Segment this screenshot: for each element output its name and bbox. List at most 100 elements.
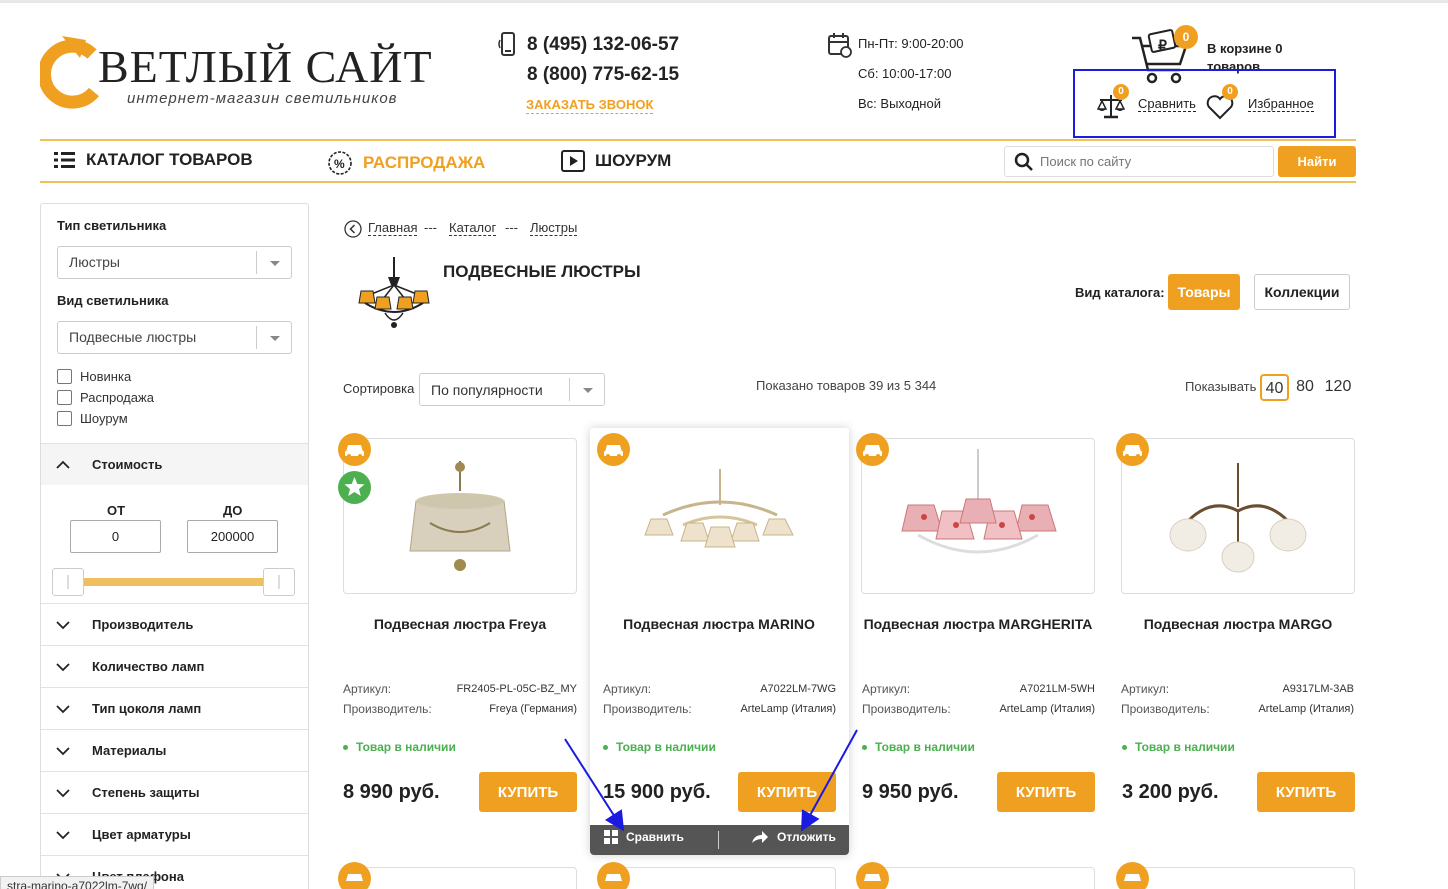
product-image-margherita[interactable] [861,438,1095,594]
article-value: FR2405-PL-05C-BZ_MY [456,683,577,695]
filter-section-protection[interactable]: Степень защиты [41,771,308,813]
nav-catalog[interactable]: КАТАЛОГ ТОВАРОВ [54,150,253,170]
filter-section-frame-color[interactable]: Цвет арматуры [41,813,308,855]
product-price: 3 200 руб. [1122,781,1219,803]
callback-link[interactable]: ЗАКАЗАТЬ ЗВОНОК [526,97,654,114]
price-slider-min-handle[interactable] [52,568,84,596]
checkbox-showroom[interactable]: Шоурум [57,411,128,426]
product-name[interactable]: Подвесная люстра MARGHERITA [861,616,1095,632]
article-label: Артикул: [862,682,911,696]
filter-kind-value: Подвесные люстры [69,329,197,345]
breadcrumb-chandeliers[interactable]: Люстры [530,220,578,236]
search-icon [1014,152,1033,171]
price-to-input[interactable] [187,520,278,553]
chevron-down-icon [56,620,70,629]
sort-select[interactable]: По популярности [419,373,605,406]
product-card-next[interactable] [1121,867,1355,889]
filter-section-price[interactable]: Стоимость [41,443,308,485]
filter-section-socket[interactable]: Тип цоколя ламп [41,687,308,729]
delivery-car-icon [338,433,371,466]
nav-showroom-label: ШОУРУМ [595,151,672,170]
logo-text: ВЕТЛЫЙ САЙТ [98,41,433,92]
price-slider-max-handle[interactable] [263,568,295,596]
stock-text: Товар в наличии [356,740,456,754]
chevron-up-icon [56,460,70,469]
maker-value: ArteLamp (Италия) [740,703,836,715]
nav-showroom[interactable]: ШОУРУМ [561,150,671,172]
maker-value: ArteLamp (Италия) [999,703,1095,715]
checkbox-label: Шоурум [80,411,128,426]
product-card-next[interactable] [861,867,1095,889]
price-slider-track[interactable] [60,578,290,586]
stock-text: Товар в наличии [1135,740,1235,754]
filter-kind-label: Вид светильника [57,293,169,308]
chandelier-photo [901,449,1057,554]
nav-sale[interactable]: % РАСПРОДАЖА [327,150,485,176]
filter-section-lamp-count[interactable]: Количество ламп [41,645,308,687]
star-icon [338,471,371,504]
back-circle-icon[interactable] [344,220,362,238]
filter-section-maker[interactable]: Производитель [41,603,308,645]
product-image-margo[interactable] [1121,438,1355,594]
breadcrumb-catalog[interactable]: Каталог [449,220,497,236]
breadcrumb-home[interactable]: Главная [368,220,418,236]
filter-section-materials[interactable]: Материалы [41,729,308,771]
buy-button[interactable]: КУПИТЬ [738,772,836,812]
buy-button[interactable]: КУПИТЬ [479,772,577,812]
stock-text: Товар в наличии [616,740,716,754]
share-arrow-icon [752,831,768,843]
per-page-120[interactable]: 120 [1322,374,1354,401]
view-products-button[interactable]: Товары [1168,274,1240,310]
phone-free[interactable]: 8 (800) 775-62-15 [527,64,679,86]
shown-count: Показано товаров 39 из 5 344 [756,378,937,393]
checkbox-box[interactable] [57,369,72,384]
search-button[interactable]: Найти [1278,146,1356,177]
sort-value: По популярности [431,382,543,398]
price-from-input[interactable] [70,520,161,553]
buy-button[interactable]: КУПИТЬ [997,772,1095,812]
per-page-80[interactable]: 80 [1293,374,1317,401]
product-name[interactable]: Подвесная люстра MARGO [1121,616,1355,632]
maker-label: Производитель: [1121,702,1210,716]
card-compare-action[interactable]: Сравнить [604,830,684,844]
product-price: 15 900 руб. [603,781,711,803]
product-image-freya[interactable] [343,438,577,594]
list-menu-icon [54,152,75,168]
status-bar-url: stra-marino-a7022lm-7wg/ [0,876,155,889]
filter-kind-select[interactable]: Подвесные люстры [57,321,292,354]
chevron-down-icon [56,662,70,671]
stock-dot-icon [1122,744,1127,750]
chevron-down-icon [256,326,291,349]
phone-moscow[interactable]: 8 (495) 132-06-57 [527,34,679,56]
price-from-label: ОТ [107,503,126,518]
buy-button[interactable]: КУПИТЬ [1257,772,1355,812]
card-defer-label: Отложить [777,830,836,844]
chandelier-icon [358,257,430,328]
product-name[interactable]: Подвесная люстра Freya [343,616,577,632]
delivery-car-icon [338,862,371,889]
stock-dot-icon [603,744,608,750]
cart-count-badge: 0 [1174,25,1198,49]
chevron-down-icon [569,378,604,401]
checkbox-sale[interactable]: Распродажа [57,390,154,405]
checkbox-box[interactable] [57,411,72,426]
product-card-next[interactable] [602,867,836,889]
product-card-next[interactable] [343,867,577,889]
filter-type-select[interactable]: Люстры [57,246,292,279]
filter-section-label: Цвет арматуры [92,827,191,842]
search-input[interactable] [1040,148,1268,175]
checkbox-box[interactable] [57,390,72,405]
product-name[interactable]: Подвесная люстра MARINO [602,616,836,632]
breadcrumb-separator: --- [505,220,518,235]
card-defer-action[interactable]: Отложить [751,830,836,844]
maker-label: Производитель: [603,702,692,716]
site-logo[interactable]: ВЕТЛЫЙ САЙТ интернет-магазин светильнико… [40,32,432,112]
view-collections-button[interactable]: Коллекции [1254,274,1350,310]
per-page-40[interactable]: 40 [1260,374,1289,401]
checkbox-new[interactable]: Новинка [57,369,131,384]
stock-status: Товар в наличии [1122,740,1235,754]
filter-section-label: Материалы [92,743,167,758]
chandelier-photo [409,461,511,571]
product-image-marino[interactable] [602,438,836,594]
play-icon [561,150,585,172]
